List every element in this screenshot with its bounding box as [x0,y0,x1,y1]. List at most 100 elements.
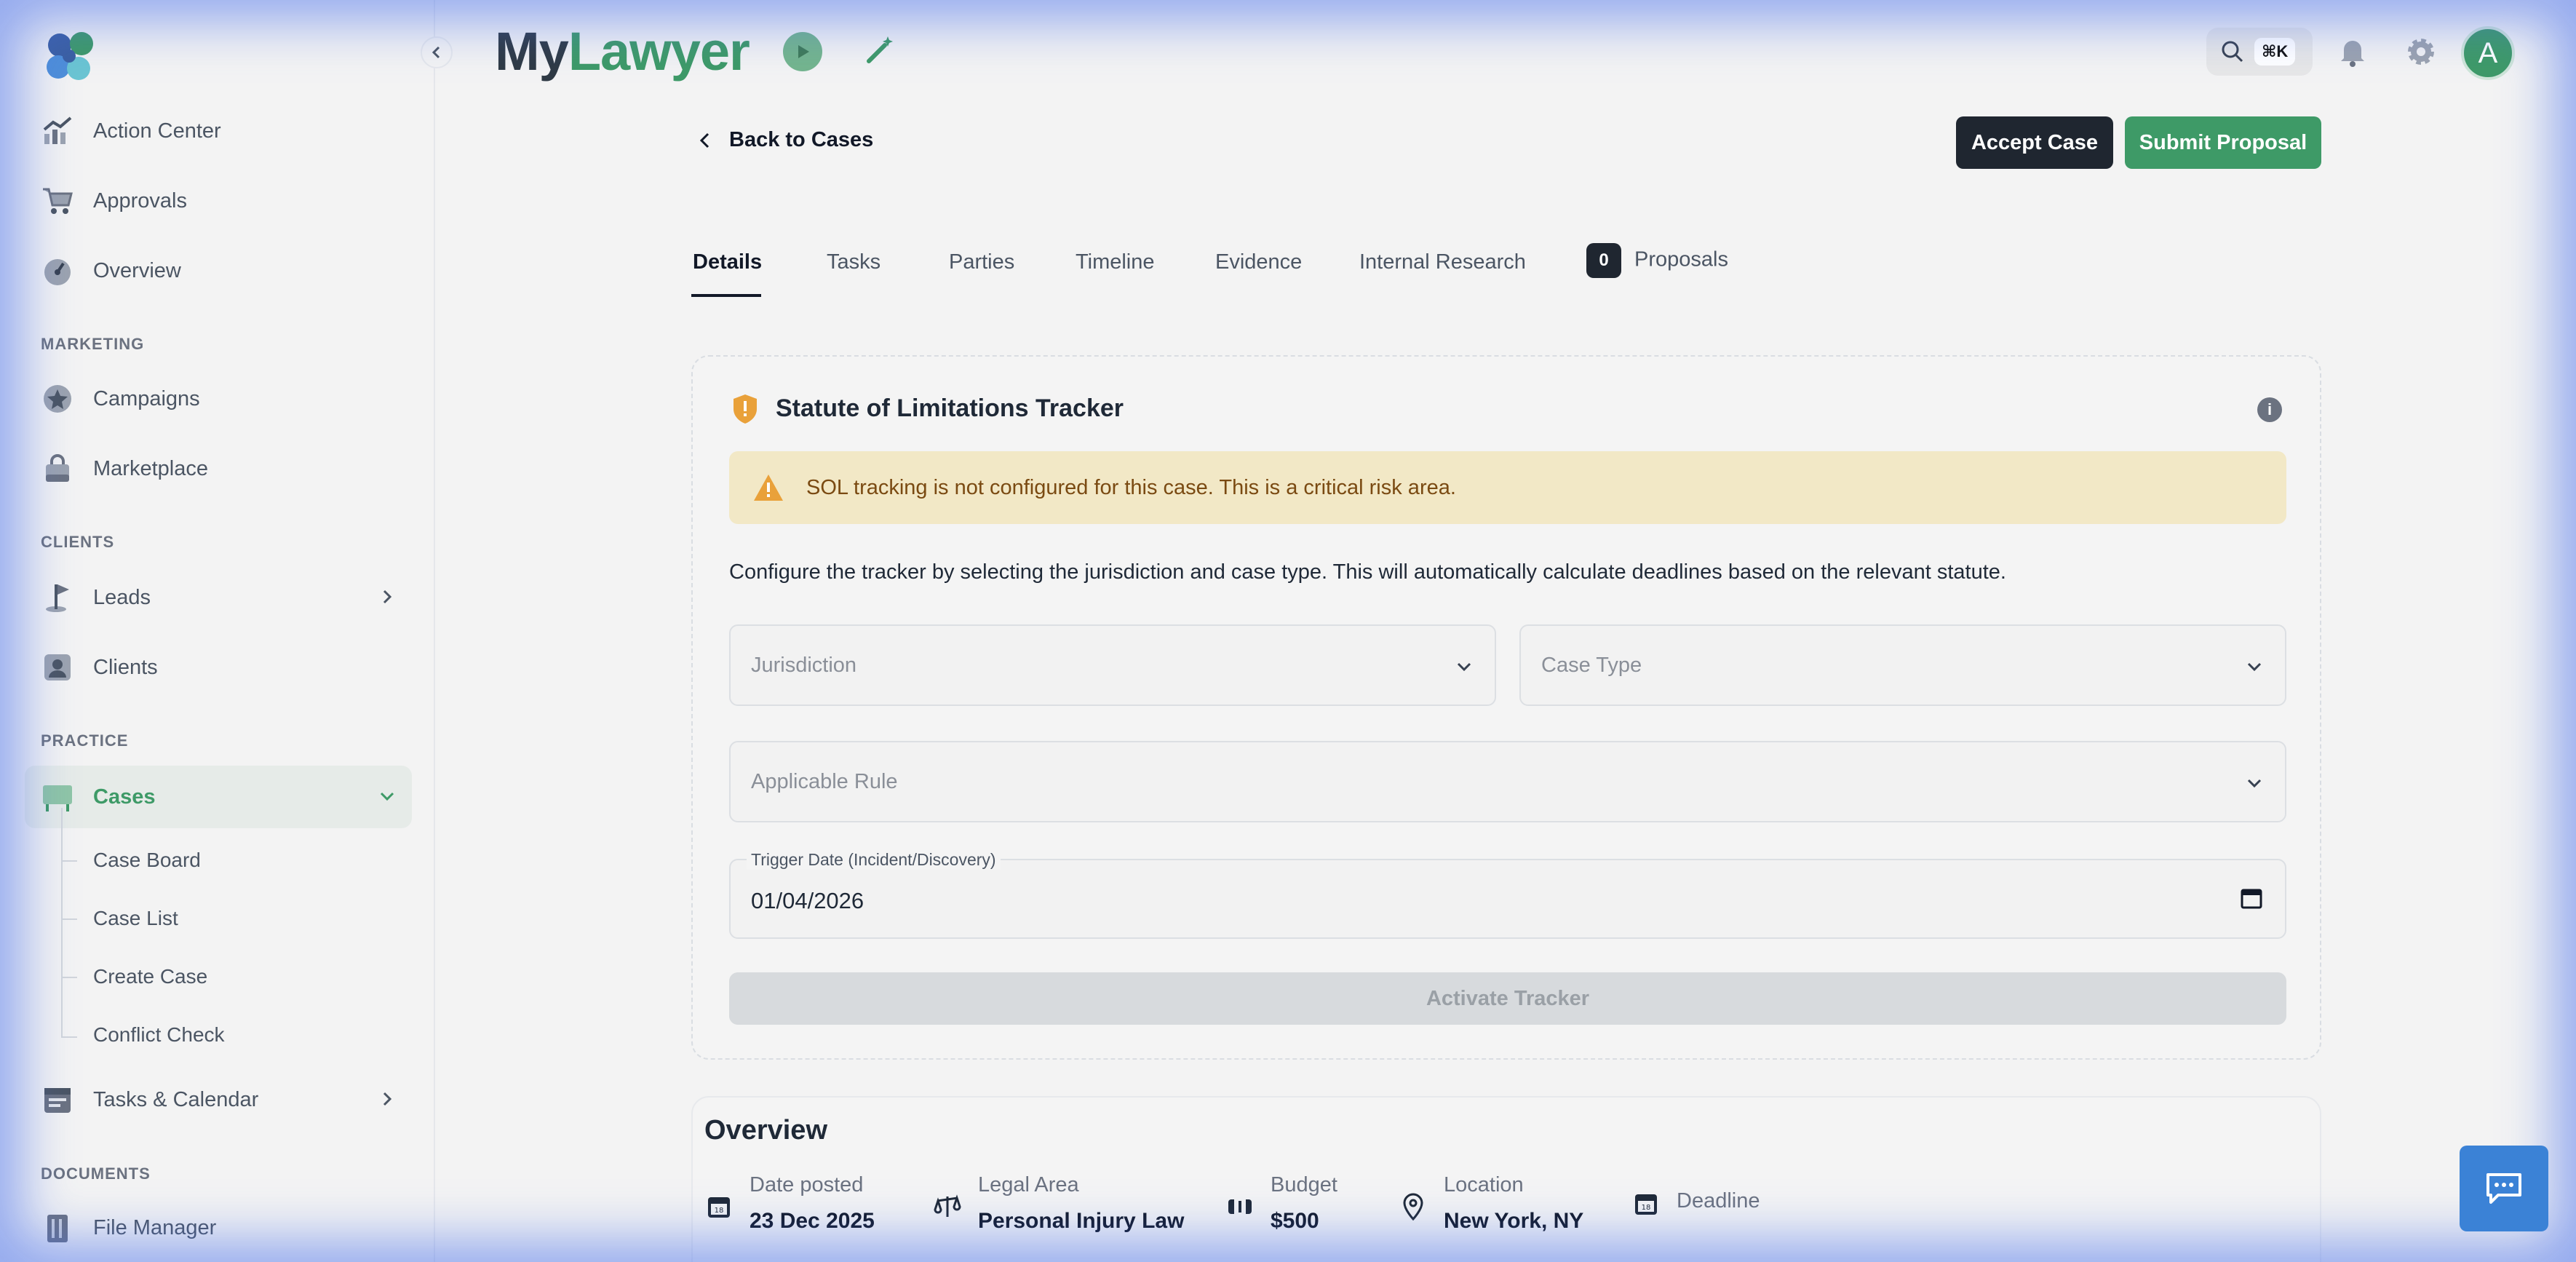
section-label-marketing: MARKETING [41,335,145,353]
play-icon [798,45,809,58]
submenu-line [61,808,63,1038]
submenu-tick [61,918,77,920]
trigger-date-field[interactable]: Trigger Date (Incident/Discovery) 01/04/… [729,850,2286,939]
tab-tasks[interactable]: Tasks [827,250,880,274]
sidebar-item-label: File Manager [93,1215,217,1239]
sidebar-item-file-manager[interactable]: File Manager [25,1196,412,1259]
sidebar-subitem-conflict-check[interactable]: Conflict Check [93,1023,225,1047]
gauge-icon [41,254,74,287]
card-title: Statute of Limitations Tracker [776,394,1124,422]
sidebar-item-cases[interactable]: Cases [25,766,412,828]
bell-icon [2341,41,2364,67]
tab-timeline[interactable]: Timeline [1076,250,1155,274]
tab-evidence[interactable]: Evidence [1215,250,1302,274]
select-placeholder: Case Type [1541,653,1642,677]
brand-part-2: Lawyer [568,21,750,82]
scales-icon [933,1192,962,1221]
shopping-bag-icon [41,452,74,485]
tab-details[interactable]: Details [693,250,762,274]
svg-text:18: 18 [1642,1204,1651,1212]
submenu-tick [61,977,77,978]
overview-value: Personal Injury Law [978,1209,1185,1233]
calendar-icon: 18 [1631,1189,1661,1218]
app-logo[interactable] [42,29,98,84]
overview-location: Location New York, NY [1399,1173,1583,1234]
sidebar-subitem-case-list[interactable]: Case List [93,907,178,930]
settings-button[interactable] [2404,35,2438,68]
section-label-practice: PRACTICE [41,731,129,750]
submit-proposal-button[interactable]: Submit Proposal [2125,116,2321,169]
applicable-rule-select[interactable]: Applicable Rule [729,741,2286,822]
calendar-icon: 18 [704,1192,734,1221]
sidebar-item-action-center[interactable]: Action Center [25,100,412,162]
back-to-cases-link[interactable]: Back to Cases [699,128,873,152]
keyboard-shortcut: ⌘K [2254,38,2296,66]
sidebar-item-label: Overview [93,258,181,282]
chat-bubble-icon [2486,1173,2521,1204]
sidebar-item-label: Action Center [93,119,221,143]
overview-value: New York, NY [1444,1209,1584,1233]
sidebar-item-leads[interactable]: Leads [25,566,412,629]
calendar-icon[interactable] [2240,886,2263,910]
chevron-left-icon [699,132,709,148]
sidebar-item-label: Marketplace [93,456,208,480]
sidebar-item-clients[interactable]: Clients [25,636,412,699]
accept-case-button[interactable]: Accept Case [1956,116,2113,169]
overview-label: Location [1444,1173,1524,1196]
overview-label: Date posted [750,1173,864,1196]
tab-internal-research[interactable]: Internal Research [1359,250,1526,274]
case-type-select[interactable]: Case Type [1519,624,2286,706]
magic-wand-icon[interactable] [862,33,897,68]
sidebar-item-tasks-calendar[interactable]: Tasks & Calendar [25,1068,412,1131]
sidebar-subitem-case-board[interactable]: Case Board [93,849,201,872]
cart-icon [41,184,74,218]
jurisdiction-select[interactable]: Jurisdiction [729,624,1496,706]
tab-proposals[interactable]: 0 Proposals [1586,243,1728,278]
sidebar-collapse-button[interactable] [421,36,453,68]
overview-label: Deadline [1677,1189,1760,1213]
chat-support-button[interactable] [2460,1146,2548,1231]
info-icon[interactable]: i [2257,397,2282,422]
svg-text:18: 18 [715,1207,724,1215]
user-card-icon [41,651,74,684]
overview-deadline: 18 Deadline [1631,1189,1760,1225]
chevron-left-icon [432,46,440,59]
notifications-button[interactable] [2336,35,2369,68]
overview-label: Budget [1271,1173,1337,1196]
tab-parties[interactable]: Parties [949,250,1014,274]
user-avatar[interactable]: A [2461,26,2515,80]
chart-trend-icon [41,114,74,148]
flag-icon [41,581,74,614]
section-label-documents: DOCUMENTS [41,1164,151,1183]
sidebar-item-label: Leads [93,585,151,609]
chevron-down-icon [380,792,394,801]
search-button[interactable]: ⌘K [2206,28,2313,76]
chevron-down-icon [1457,662,1471,672]
brand-part-1: My [495,21,569,82]
activate-tracker-button[interactable]: Activate Tracker [729,972,2286,1025]
warning-text: SOL tracking is not configured for this … [806,475,1456,499]
sidebar-item-approvals[interactable]: Approvals [25,170,412,232]
sidebar-item-overview[interactable]: Overview [25,239,412,302]
overview-value: 23 Dec 2025 [750,1209,875,1233]
chevron-down-icon [2247,779,2262,788]
brand-wordmark: MyLawyer [495,20,750,82]
sidebar-subitem-create-case[interactable]: Create Case [93,965,207,988]
sidebar-item-label: Approvals [93,188,187,213]
overview-date-posted: 18 Date posted 23 Dec 2025 [704,1173,875,1234]
proposals-count-badge: 0 [1586,243,1621,278]
trigger-date-value: 01/04/2026 [751,888,864,913]
whiteboard-icon [41,780,74,814]
overview-label: Legal Area [978,1173,1079,1196]
sidebar-item-campaigns[interactable]: Campaigns [25,368,412,430]
money-icon [1225,1192,1255,1221]
sidebar-item-label: Clients [93,655,158,679]
sidebar-item-marketplace[interactable]: Marketplace [25,437,412,500]
overview-budget: Budget $500 [1225,1173,1337,1234]
play-button[interactable] [783,32,822,71]
select-placeholder: Applicable Rule [751,769,898,793]
select-placeholder: Jurisdiction [751,653,857,677]
overview-value: $500 [1271,1209,1319,1233]
sidebar-item-label: Cases [93,785,156,809]
search-icon [2222,41,2243,63]
